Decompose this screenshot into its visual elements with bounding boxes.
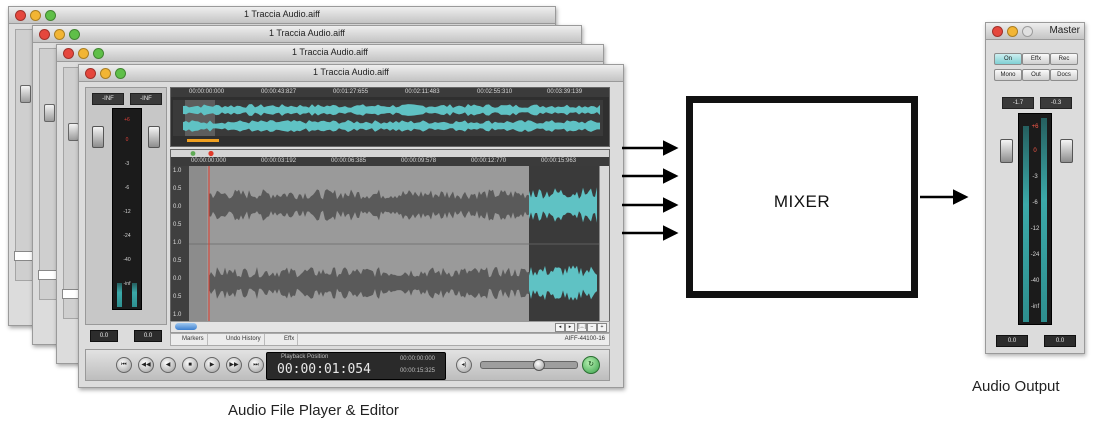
- minimize-icon[interactable]: [1007, 26, 1018, 37]
- scale-label: -24: [1030, 252, 1040, 258]
- level-bar-left: [1023, 126, 1029, 322]
- titlebar: Master: [986, 23, 1084, 40]
- scale-label: -3: [1032, 174, 1038, 180]
- scale-label: -12: [1030, 226, 1040, 232]
- scale-label: +6: [1031, 124, 1039, 130]
- master-value-left: 0.0: [996, 335, 1028, 347]
- output-caption: Audio Output: [972, 378, 1060, 395]
- peak-readout-left: -1.7: [1002, 97, 1034, 109]
- zoom-icon[interactable]: [1022, 26, 1033, 37]
- scale-label: -inf: [1030, 304, 1040, 310]
- master-value-right: 0.0: [1044, 335, 1076, 347]
- scale-label: -6: [1032, 200, 1038, 206]
- mixer-label: MIXER: [773, 192, 831, 211]
- on-button[interactable]: On: [994, 53, 1022, 65]
- scale-label: -40: [1030, 278, 1040, 284]
- mono-button[interactable]: Mono: [994, 69, 1022, 81]
- master-window: Master On Effx Rec Mono Out Docs -1.7 -0…: [985, 22, 1085, 354]
- out-button[interactable]: Out: [1022, 69, 1050, 81]
- signal-arrows: [622, 140, 969, 241]
- docs-button[interactable]: Docs: [1050, 69, 1078, 81]
- scale-label: 0: [1033, 148, 1037, 154]
- player-caption: Audio File Player & Editor: [228, 402, 399, 419]
- master-level-meter: +6 0 -3 -6 -12 -24 -40 -inf: [1018, 113, 1052, 325]
- master-fader-right[interactable]: [1060, 139, 1073, 163]
- mixer-box: MIXER: [686, 96, 918, 298]
- effx-button[interactable]: Effx: [1022, 53, 1050, 65]
- window-title: Master: [1049, 25, 1080, 36]
- rec-button[interactable]: Rec: [1050, 53, 1078, 65]
- close-icon[interactable]: [992, 26, 1003, 37]
- master-fader-left[interactable]: [1000, 139, 1013, 163]
- peak-readout-right: -0.3: [1040, 97, 1072, 109]
